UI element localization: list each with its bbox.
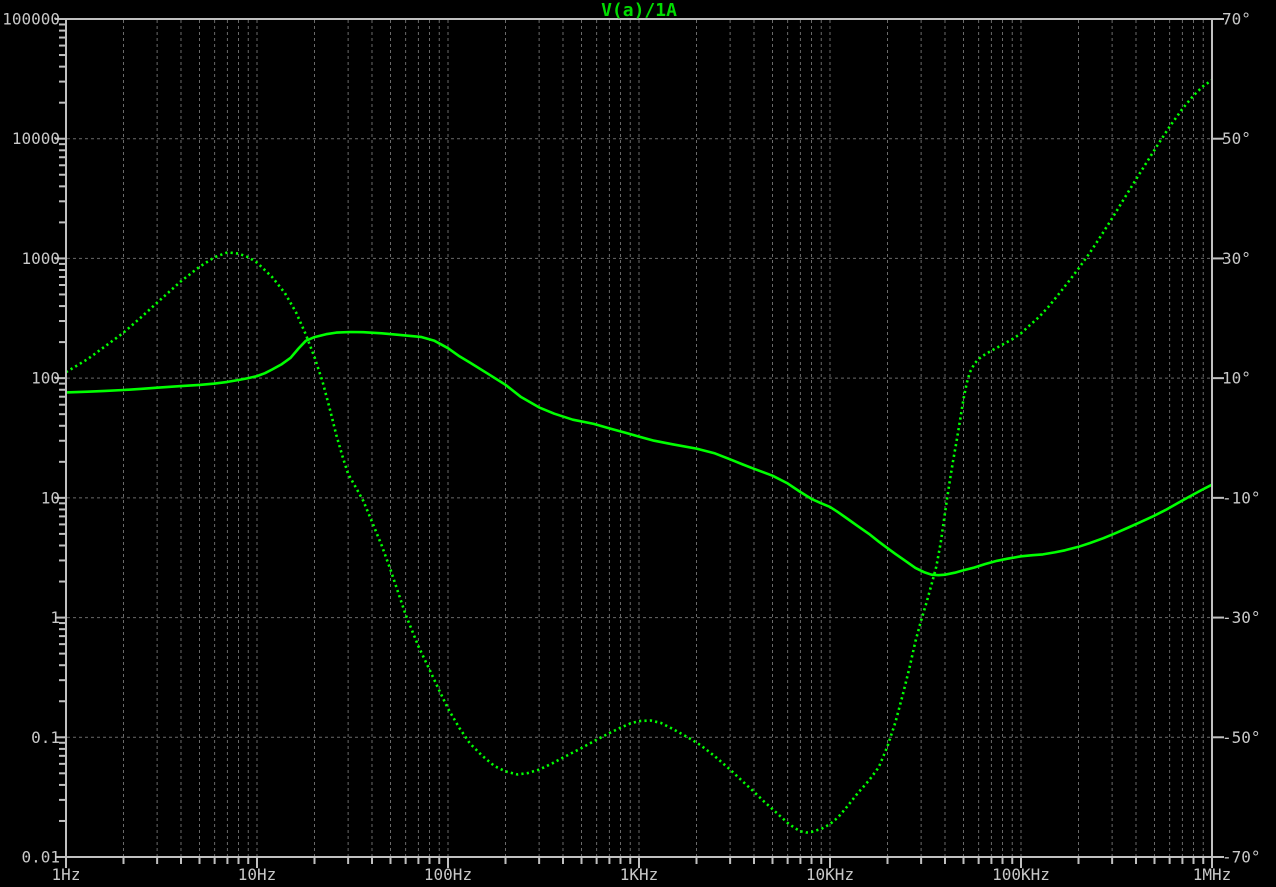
x-axis-tick-label: 10KHz bbox=[806, 865, 854, 884]
left-axis-tick-label: 1000 bbox=[21, 249, 60, 268]
plot-background bbox=[0, 0, 1276, 887]
x-axis-tick-label: 100Hz bbox=[424, 865, 472, 884]
left-axis-tick-label: 10000 bbox=[12, 129, 60, 148]
right-axis-tick-label: 30° bbox=[1222, 249, 1251, 268]
right-axis-tick-label: -30° bbox=[1222, 608, 1261, 627]
left-axis-tick-label: 100 bbox=[31, 369, 60, 388]
waveform-plot[interactable]: 100000 10000 1000 100 10 1 0.1 0.01 70° 50° 30° 10… bbox=[0, 0, 1276, 887]
plot-title[interactable]: V(a)/1A bbox=[601, 0, 677, 21]
waveform-viewer-pane: 100000 10000 1000 100 10 1 0.1 0.01 70° 50° 30° 10… bbox=[0, 0, 1276, 887]
left-axis-tick-label: 1 bbox=[50, 608, 60, 627]
right-axis-tick-label: -70° bbox=[1222, 848, 1261, 867]
x-axis-tick-label: 1MHz bbox=[1193, 865, 1232, 884]
right-axis-tick-label: 50° bbox=[1222, 129, 1251, 148]
right-axis-tick-label: 70° bbox=[1222, 10, 1251, 29]
right-axis-tick-label: -50° bbox=[1222, 728, 1261, 747]
left-axis-tick-label: 10 bbox=[41, 488, 60, 507]
x-axis-tick-label: 1Hz bbox=[52, 865, 81, 884]
left-axis-tick-label: 0.1 bbox=[31, 728, 60, 747]
right-axis-tick-label: 10° bbox=[1222, 369, 1251, 388]
x-axis-tick-label: 100KHz bbox=[992, 865, 1050, 884]
right-axis-tick-label: -10° bbox=[1222, 488, 1261, 507]
left-axis-tick-label: 0.01 bbox=[21, 848, 60, 867]
x-axis-tick-label: 1KHz bbox=[620, 865, 659, 884]
x-axis-tick-label: 10Hz bbox=[238, 865, 277, 884]
left-axis-tick-label: 100000 bbox=[2, 10, 60, 29]
